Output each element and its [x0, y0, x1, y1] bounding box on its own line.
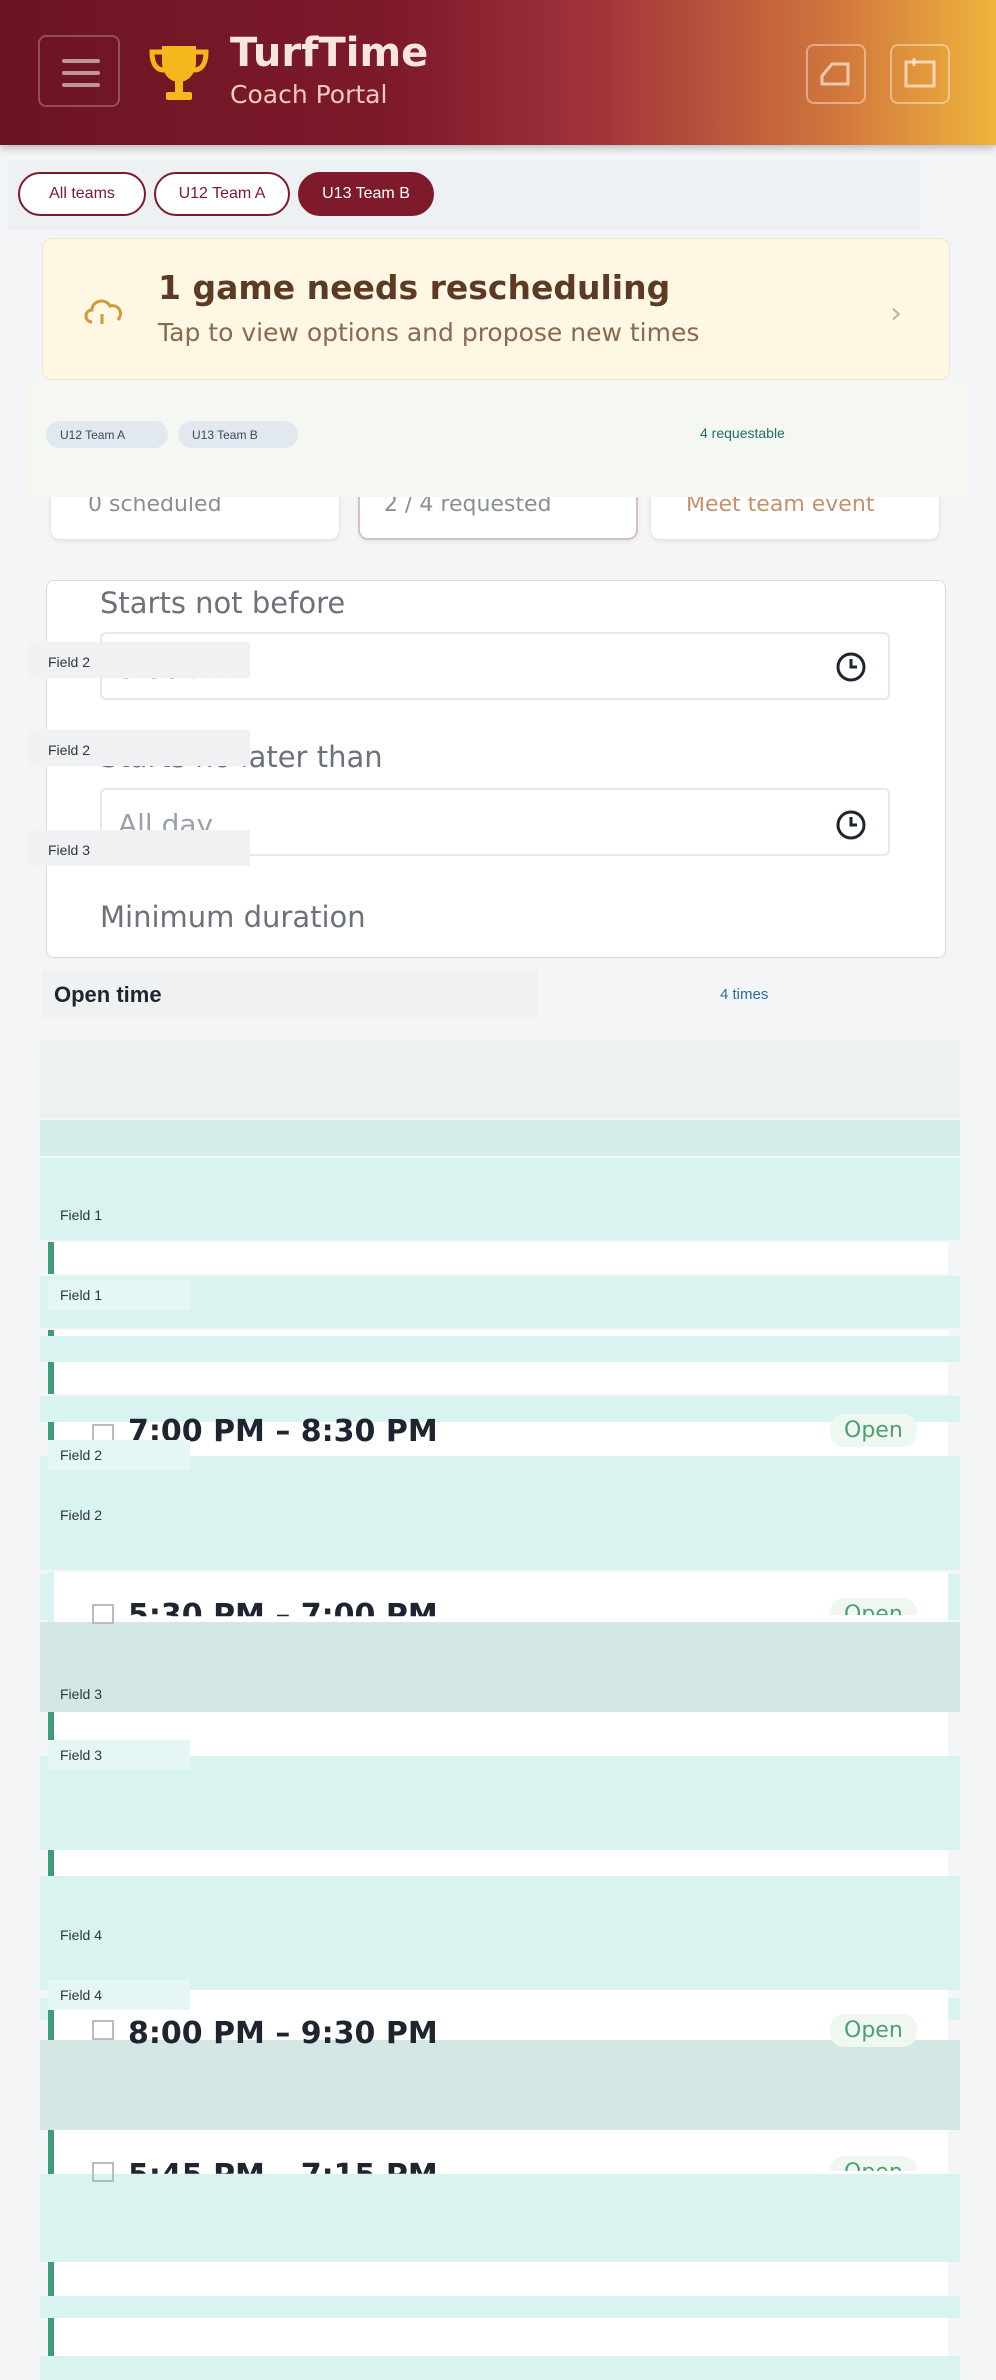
slot-group-label: Field 1 — [60, 1287, 103, 1303]
team-tag-u13: U13 Team B — [178, 421, 298, 448]
slot-group-label: Field 1 — [60, 1207, 103, 1223]
slot-status: Open — [830, 2014, 917, 2047]
slot-card[interactable] — [48, 2318, 948, 2356]
calendar-icon — [92, 2020, 114, 2040]
min-duration-label: Minimum duration — [100, 900, 366, 934]
slot-card[interactable] — [48, 1242, 948, 1274]
slot-band — [40, 1336, 960, 1362]
slot-band — [40, 2040, 960, 2130]
team-tag-u12: U12 Team A — [46, 421, 168, 448]
slot-group-label: Field 2 — [60, 1507, 103, 1523]
slot-group-label: Field 4 — [60, 1927, 103, 1943]
slot-status: Open — [830, 1414, 917, 1447]
alert-title: 1 game needs rescheduling — [158, 268, 671, 307]
slot-group-label: Field 3 — [60, 1686, 103, 1702]
slot-band — [40, 1158, 960, 1240]
field-tag: Field 3 — [28, 830, 250, 866]
slot-band — [40, 2356, 960, 2380]
slot-band — [40, 1756, 960, 1850]
slot-time: 8:00 PM – 9:30 PM — [128, 2016, 438, 2051]
menu-button[interactable] — [38, 35, 120, 107]
app-header: TurfTime Coach Portal — [0, 0, 996, 145]
chevron-right-icon[interactable]: › — [890, 296, 902, 331]
calendar-icon[interactable] — [890, 44, 950, 104]
slot-card[interactable] — [48, 2262, 948, 2296]
reschedule-alert[interactable] — [42, 238, 950, 380]
clock-icon[interactable] — [834, 808, 868, 842]
open-time-title: Open time — [54, 982, 162, 1007]
app-title: TurfTime — [230, 30, 429, 76]
slot-band — [40, 1622, 960, 1712]
field-tag: Field 2 — [28, 730, 250, 766]
start-not-before-label: Starts not before — [100, 586, 346, 620]
slot-group-label: Field 2 — [60, 1447, 103, 1463]
slot-group-label: Field 4 — [60, 1987, 103, 2003]
slot-card[interactable] — [48, 1850, 948, 1876]
alert-subtitle: Tap to view options and propose new time… — [158, 318, 700, 347]
clock-icon[interactable] — [834, 650, 868, 684]
chip-all-teams[interactable]: All teams — [18, 172, 146, 216]
cloud-warning-icon — [84, 299, 122, 324]
app-subtitle: Coach Portal — [230, 80, 388, 109]
chip-u13-team-b[interactable]: U13 Team B — [298, 172, 434, 216]
requestable-count: 4 requestable — [700, 425, 785, 441]
slot-band — [40, 1876, 960, 1990]
field-tag: Field 2 — [28, 642, 250, 678]
slot-band — [40, 2174, 960, 2262]
slot-card[interactable] — [48, 1330, 948, 1336]
slot-band — [40, 1456, 960, 1570]
inbox-icon[interactable] — [806, 44, 866, 104]
slot-band — [40, 2296, 960, 2318]
slot-card[interactable] — [48, 1362, 948, 1394]
slot-band — [40, 1120, 960, 1156]
team-summary-strip — [26, 382, 970, 497]
slot-band — [40, 1040, 960, 1118]
calendar-icon — [92, 1604, 114, 1624]
open-time-count: 4 times — [720, 986, 769, 1003]
calendar-icon — [92, 2162, 114, 2182]
trophy-icon — [149, 46, 209, 100]
slot-group-label: Field 3 — [60, 1747, 103, 1763]
chip-u12-team-a[interactable]: U12 Team A — [154, 172, 290, 216]
